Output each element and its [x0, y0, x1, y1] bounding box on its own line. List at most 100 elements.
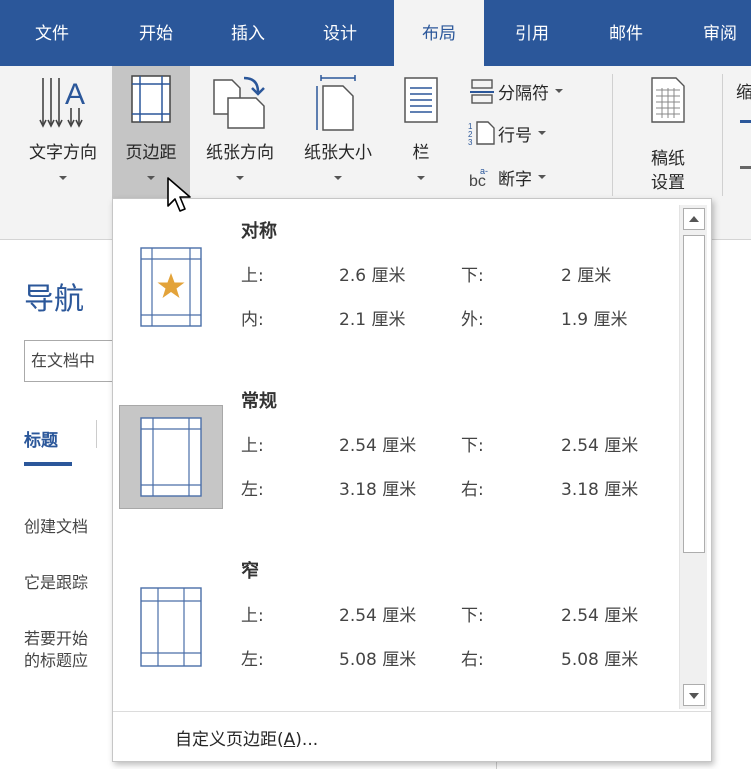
draft-paper-icon	[651, 77, 685, 123]
svg-text:3: 3	[468, 138, 473, 146]
columns-button[interactable]: 栏	[396, 66, 446, 198]
option-label: 内:	[241, 310, 264, 330]
margin-option-mirrored[interactable]: 对称 上: 2.6 厘米 下: 2 厘米 内: 2.1 厘米 外: 1.9 厘米	[113, 213, 673, 373]
tab-home[interactable]: 开始	[118, 0, 194, 66]
nav-tab-active-indicator	[24, 462, 72, 466]
indent-right-icon[interactable]	[740, 166, 751, 169]
option-label: 右:	[461, 480, 484, 500]
option-value: 2.54 厘米	[339, 606, 417, 626]
size-icon	[316, 75, 356, 131]
text-direction-button[interactable]: A 文字方向	[18, 66, 108, 198]
option-label: 下:	[461, 266, 484, 286]
option-label: 右:	[461, 650, 484, 670]
option-value: 3.18 厘米	[339, 480, 417, 500]
custom-margins-menu-item[interactable]: 自定义页边距(A)...	[175, 725, 318, 750]
margins-icon	[131, 75, 171, 123]
text-direction-icon: A	[39, 78, 85, 128]
nav-tab-headings[interactable]: 标题	[24, 426, 58, 451]
option-label: 下:	[461, 606, 484, 626]
option-label: 左:	[241, 650, 264, 670]
chevron-up-icon	[689, 216, 699, 222]
option-value: 2 厘米	[561, 266, 612, 286]
nav-tab-separator	[96, 420, 97, 448]
navigation-pane: 导航 在文档中 标题 创建文档 它是跟踪 若要开始 的标题应	[0, 240, 134, 769]
option-name: 常规	[241, 391, 277, 412]
option-value: 2.54 厘米	[561, 436, 639, 456]
svg-text:a-: a-	[480, 166, 488, 176]
draft-paper-button[interactable]: 稿纸 设置	[630, 66, 706, 198]
option-label: 左:	[241, 480, 264, 500]
size-button[interactable]: 纸张大小	[290, 66, 386, 198]
chevron-down-icon	[59, 176, 67, 180]
custom-margins-suffix: )...	[295, 730, 319, 750]
scroll-up-button[interactable]	[683, 208, 705, 230]
option-label: 外:	[461, 310, 484, 330]
tab-mailings[interactable]: 邮件	[588, 0, 664, 66]
group-separator	[612, 74, 613, 196]
margin-preview-icon	[119, 405, 223, 509]
tab-references[interactable]: 引用	[494, 0, 570, 66]
margins-dropdown: 对称 上: 2.6 厘米 下: 2 厘米 内: 2.1 厘米 外: 1.9 厘米…	[112, 198, 712, 762]
tab-design[interactable]: 设计	[302, 0, 378, 66]
chevron-down-icon	[236, 176, 244, 180]
breaks-button[interactable]: 分隔符	[468, 78, 563, 104]
option-value: 2.6 厘米	[339, 266, 406, 286]
hyphenation-button[interactable]: bc a- 断字	[468, 164, 546, 190]
option-name: 窄	[241, 561, 259, 582]
orientation-label: 纸张方向	[206, 143, 274, 163]
chevron-down-icon	[689, 693, 699, 699]
columns-icon	[404, 77, 438, 123]
margins-label: 页边距	[125, 143, 177, 163]
margin-option-narrow[interactable]: 窄 上: 2.54 厘米 下: 2.54 厘米 左: 5.08 厘米 右: 5.…	[113, 553, 673, 713]
hyphenation-label: 断字	[498, 169, 532, 190]
draft-paper-label-1: 稿纸	[651, 149, 685, 169]
draft-paper-label-2: 设置	[651, 173, 685, 193]
chevron-down-icon	[555, 89, 563, 93]
margin-preview-icon	[119, 575, 223, 679]
chevron-down-icon	[538, 131, 546, 135]
tab-insert[interactable]: 插入	[210, 0, 286, 66]
line-numbers-button[interactable]: 1 2 3 行号	[468, 120, 546, 147]
columns-label: 栏	[412, 143, 430, 163]
group-separator	[722, 74, 723, 196]
breaks-icon	[468, 78, 498, 104]
option-label: 下:	[461, 436, 484, 456]
scroll-thumb[interactable]	[683, 235, 705, 553]
custom-margins-accesskey: A	[283, 730, 296, 750]
option-value: 3.18 厘米	[561, 480, 639, 500]
option-name: 对称	[241, 221, 277, 242]
text-direction-label: 文字方向	[29, 143, 97, 163]
margin-preview-icon	[119, 235, 223, 339]
chevron-down-icon	[147, 176, 155, 180]
hyphenation-icon: bc a-	[468, 164, 498, 190]
chevron-down-icon	[538, 175, 546, 179]
orientation-button[interactable]: 纸张方向	[192, 66, 288, 198]
ribbon-tab-bar: 文件 开始 插入 设计 布局 引用 邮件 审阅	[0, 0, 751, 66]
tab-file[interactable]: 文件	[14, 0, 90, 66]
chevron-down-icon	[334, 176, 342, 180]
scroll-down-button[interactable]	[683, 684, 705, 706]
mouse-cursor-icon	[167, 177, 191, 212]
tab-layout[interactable]: 布局	[394, 0, 484, 66]
margin-option-normal[interactable]: 常规 上: 2.54 厘米 下: 2.54 厘米 左: 3.18 厘米 右: 3…	[113, 383, 673, 543]
option-value: 2.1 厘米	[339, 310, 406, 330]
nav-text-3b: 的标题应	[24, 651, 89, 670]
nav-text-2: 它是跟踪	[24, 573, 89, 592]
line-numbers-icon: 1 2 3	[468, 120, 498, 147]
dropdown-scrollbar[interactable]	[679, 205, 707, 709]
nav-title: 导航	[24, 282, 84, 317]
size-label: 纸张大小	[304, 143, 372, 163]
option-label: 上:	[241, 606, 264, 626]
svg-text:A: A	[65, 78, 85, 111]
option-value: 2.54 厘米	[339, 436, 417, 456]
custom-margins-label: 自定义页边距(	[175, 730, 284, 750]
breaks-label: 分隔符	[498, 83, 549, 104]
tab-review[interactable]: 审阅	[690, 0, 750, 66]
option-label: 上:	[241, 436, 264, 456]
option-label: 上:	[241, 266, 264, 286]
indent-left-icon[interactable]	[740, 120, 751, 123]
option-value: 1.9 厘米	[561, 310, 628, 330]
option-value: 2.54 厘米	[561, 606, 639, 626]
dropdown-separator	[113, 711, 711, 712]
orientation-icon	[213, 76, 265, 129]
